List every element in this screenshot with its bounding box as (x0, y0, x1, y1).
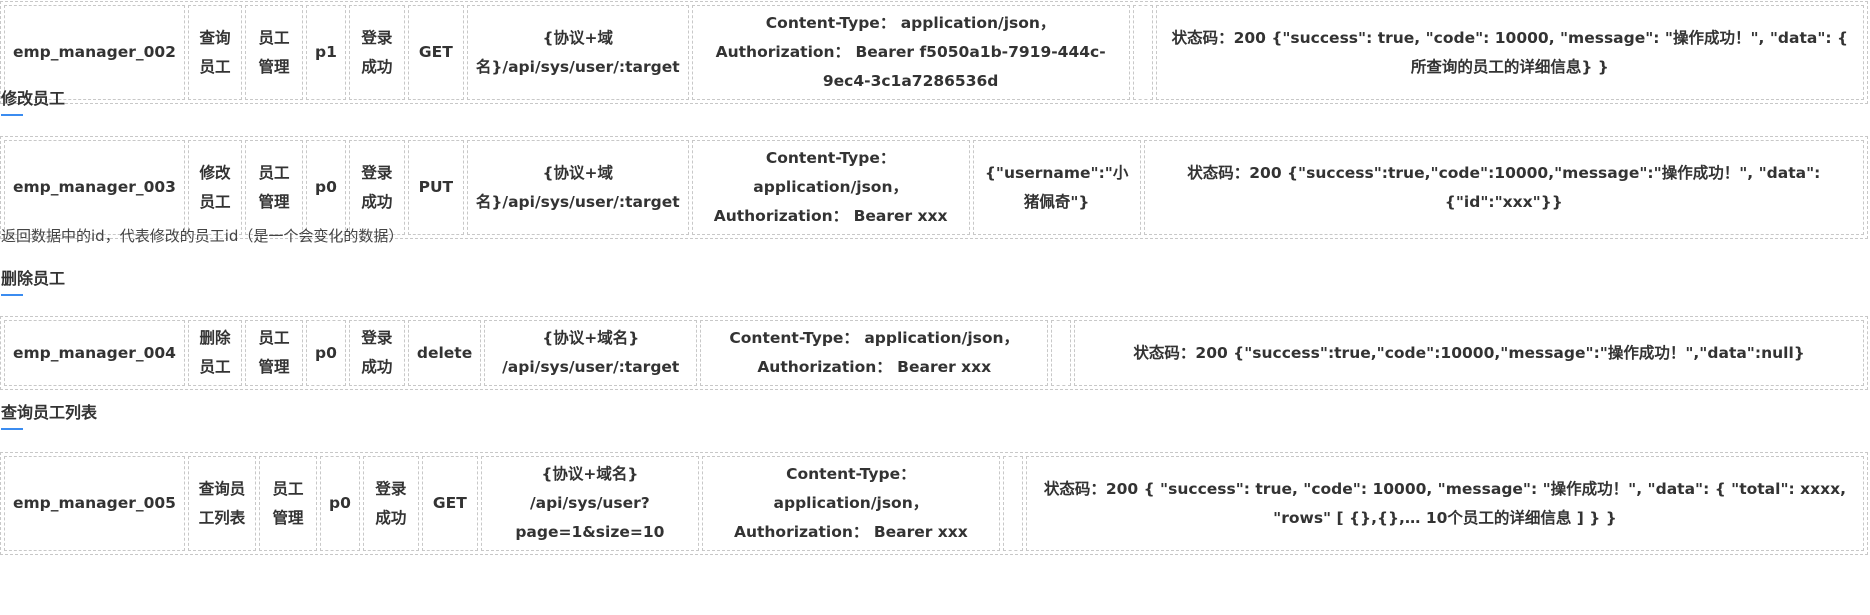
table-row: emp_manager_005 查询员工列表 员工管理 p0 登录成功 GET … (4, 456, 1864, 551)
section-heading-list-employees: 查询员工列表 (1, 403, 98, 430)
expected-result-cell: 状态码：200 {"success":true,"code":10000,"me… (1074, 320, 1864, 386)
priority-cell: p1 (305, 5, 346, 100)
body-cell (1051, 320, 1072, 386)
precondition-cell: 登录成功 (348, 140, 405, 235)
headers-cell: Content-Type： application/json， Authoriz… (691, 5, 1130, 100)
api-test-table-edit-employee: emp_manager_003 修改员工 员工管理 p0 登录成功 PUT {协… (0, 136, 1868, 239)
expected-result-cell: 状态码：200 { "success": true, "code": 10000… (1025, 456, 1864, 551)
case-name-cell: 修改员工 (187, 140, 242, 235)
priority-cell: p0 (319, 456, 360, 551)
priority-cell: p0 (305, 320, 346, 386)
api-test-table-query-employee: emp_manager_002 查询员工 员工管理 p1 登录成功 GET {协… (0, 1, 1868, 104)
precondition-cell: 登录成功 (362, 456, 419, 551)
body-cell (1002, 456, 1023, 551)
precondition-cell: 登录成功 (348, 5, 405, 100)
priority-cell: p0 (305, 140, 346, 235)
module-cell: 员工管理 (244, 140, 303, 235)
body-cell (1132, 5, 1153, 100)
table-row: emp_manager_003 修改员工 员工管理 p0 登录成功 PUT {协… (4, 140, 1864, 235)
api-test-table-delete-employee: emp_manager_004 删除员工 员工管理 p0 登录成功 delete… (0, 316, 1868, 390)
precondition-cell: 登录成功 (348, 320, 405, 386)
url-cell: {协议+域名}/api/sys/user/:target (466, 140, 689, 235)
headers-cell: Content-Type： application/json， Authoriz… (700, 320, 1049, 386)
url-cell: {协议+域名}/api/sys/user/:target (466, 5, 689, 100)
body-cell: {"username":"小猪佩奇"} (972, 140, 1141, 235)
case-name-cell: 查询员工列表 (187, 456, 256, 551)
expected-result-cell: 状态码：200 {"success":true,"code":10000,"me… (1143, 140, 1864, 235)
method-cell: PUT (407, 140, 464, 235)
url-cell: {协议+域名} /api/sys/user?page=1&size=10 (480, 456, 699, 551)
table-row: emp_manager_002 查询员工 员工管理 p1 登录成功 GET {协… (4, 5, 1864, 100)
module-cell: 员工管理 (244, 320, 303, 386)
method-cell: GET (407, 5, 464, 100)
case-id-cell: emp_manager_004 (4, 320, 185, 386)
case-name-cell: 删除员工 (187, 320, 242, 386)
section-heading-delete-employee: 删除员工 (1, 269, 66, 296)
method-cell: delete (407, 320, 482, 386)
case-id-cell: emp_manager_005 (4, 456, 185, 551)
table-row: emp_manager_004 删除员工 员工管理 p0 登录成功 delete… (4, 320, 1864, 386)
module-cell: 员工管理 (244, 5, 303, 100)
url-cell: {协议+域名} /api/sys/user/:target (484, 320, 698, 386)
note-text: 返回数据中的id，代表修改的员工id（是一个会变化的数据） (1, 227, 404, 245)
expected-result-cell: 状态码：200 {"success": true, "code": 10000,… (1155, 5, 1864, 100)
method-cell: GET (421, 456, 478, 551)
headers-cell: Content-Type： application/json， Authoriz… (701, 456, 1000, 551)
section-heading-edit-employee: 修改员工 (1, 89, 66, 116)
api-test-table-list-employees: emp_manager_005 查询员工列表 员工管理 p0 登录成功 GET … (0, 452, 1868, 555)
headers-cell: Content-Type： application/json， Authoriz… (691, 140, 970, 235)
case-name-cell: 查询员工 (187, 5, 242, 100)
module-cell: 员工管理 (258, 456, 317, 551)
case-id-cell: emp_manager_002 (4, 5, 185, 100)
case-id-cell: emp_manager_003 (4, 140, 185, 235)
